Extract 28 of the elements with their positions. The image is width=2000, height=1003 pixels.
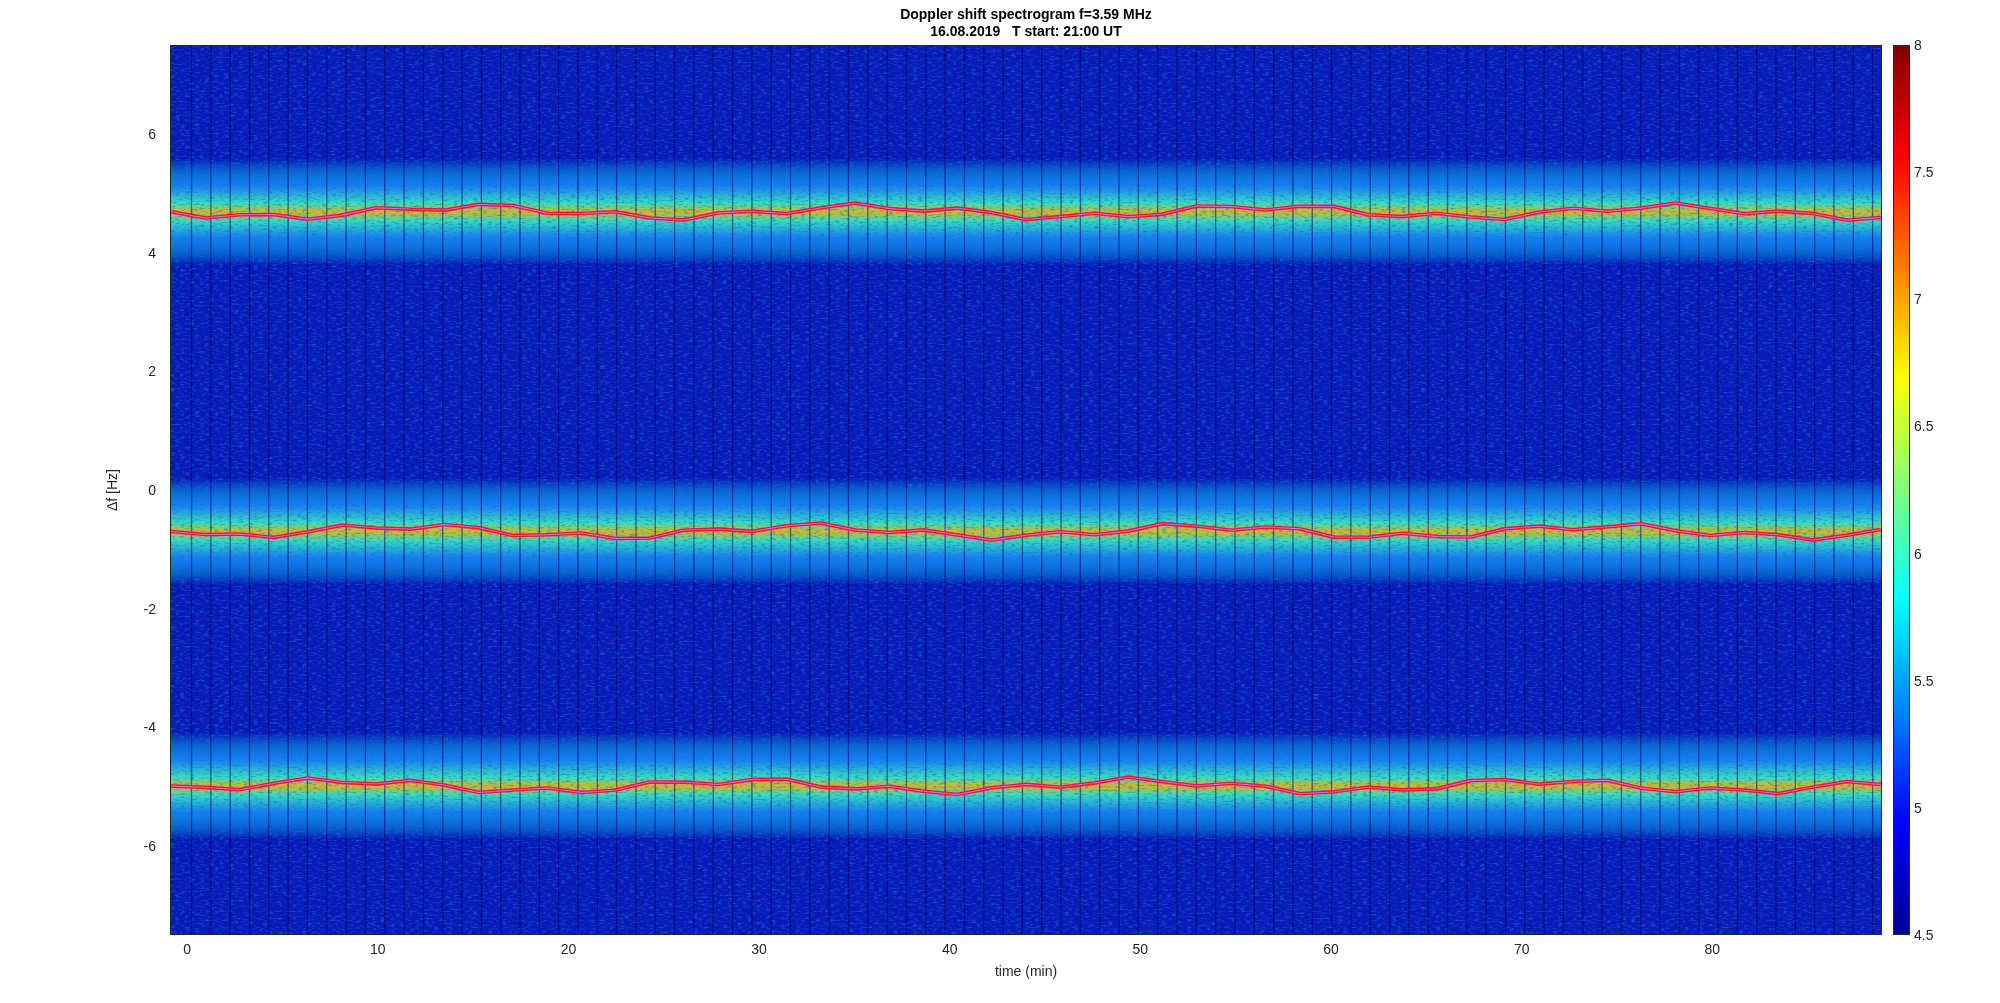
colorbar-tick-label: 6.5 <box>1914 419 1934 434</box>
y-tick-label: -6 <box>143 839 156 853</box>
colorbar-tick-label: 7.5 <box>1914 165 1934 180</box>
chart-subtitle: 16.08.2019 T start: 21:00 UT <box>930 22 1122 40</box>
y-tick-label: 0 <box>148 483 156 497</box>
y-tick-label: -2 <box>143 601 156 616</box>
y-axis-label: Δf [Hz] <box>105 469 119 511</box>
y-tick-label: 6 <box>148 127 156 141</box>
chart-title: Doppler shift spectrogram f=3.59 MHz <box>900 5 1152 23</box>
x-tick-label: 40 <box>941 942 958 956</box>
colorbar-tick-label: 5 <box>1914 800 1922 815</box>
x-axis-label: time (min) <box>994 964 1058 978</box>
x-tick-label: 70 <box>1513 942 1530 956</box>
x-tick-label: 20 <box>560 942 577 956</box>
x-tick-label: 30 <box>751 942 767 956</box>
y-tick-label: 4 <box>148 245 156 260</box>
y-tick-label: -4 <box>143 720 156 735</box>
colorbar-tick-label: 4.5 <box>1914 928 1934 942</box>
x-tick-label: 80 <box>1704 942 1721 956</box>
colorbar-tick-label: 7 <box>1914 292 1922 307</box>
x-tick-label: 0 <box>183 942 192 956</box>
colorbar-tick-label: 5.5 <box>1914 673 1934 688</box>
y-tick-label: 2 <box>148 364 156 379</box>
x-tick-label: 10 <box>370 942 386 956</box>
colorbar-tick-label: 8 <box>1914 38 1922 52</box>
colorbar-tick-label: 6 <box>1914 546 1922 561</box>
x-tick-label: 50 <box>1132 942 1149 956</box>
x-tick-label: 60 <box>1323 942 1339 956</box>
